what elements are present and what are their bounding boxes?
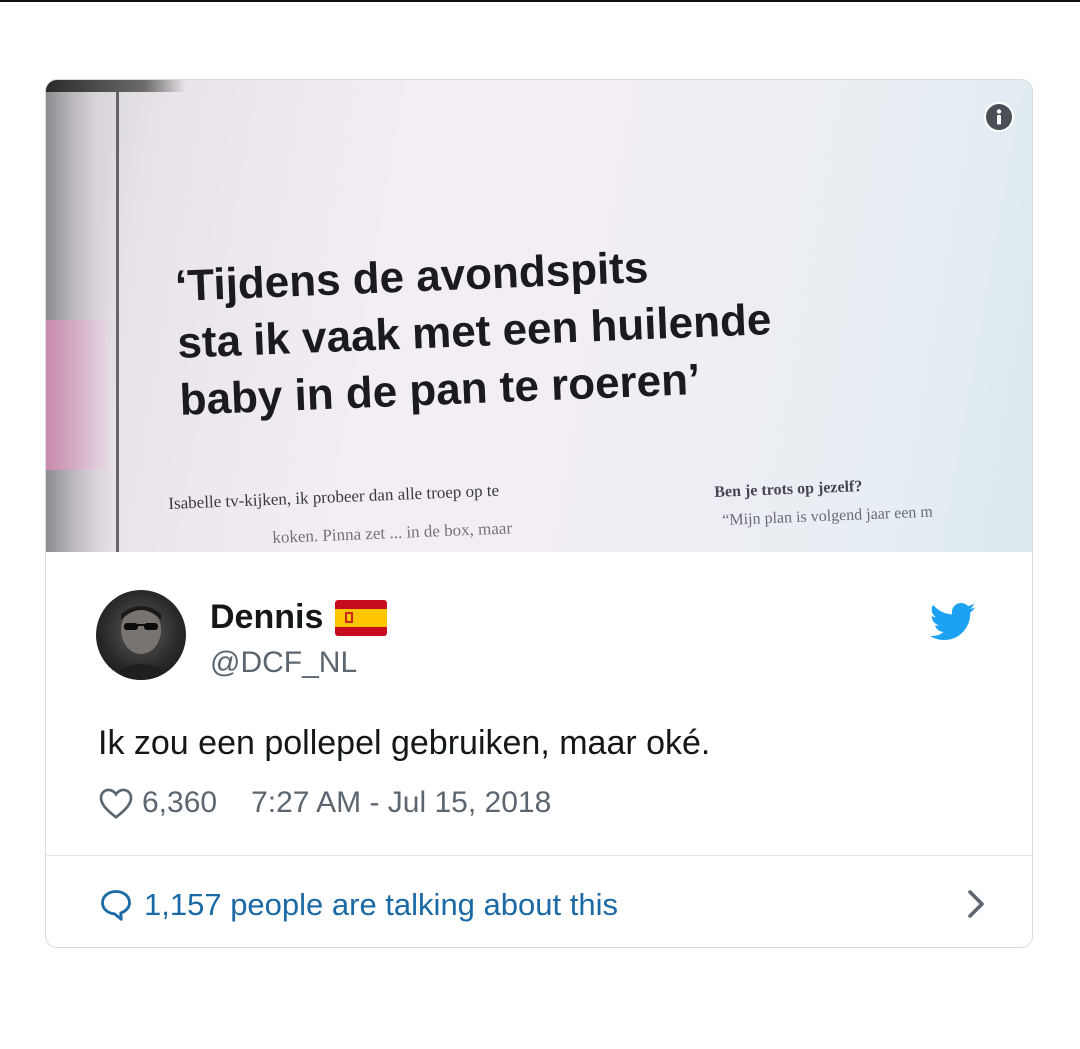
tweet-text: Ik zou een pollepel gebruiken, maar oké. xyxy=(98,724,711,762)
tweet-meta: 6,360 7:27 AM - Jul 15, 2018 xyxy=(98,786,551,820)
magazine-body-text: “Mijn plan is volgend jaar een m xyxy=(722,503,934,529)
magazine-headline: ‘Tijdens de avondspits sta ik vaak met e… xyxy=(174,226,980,429)
author-name[interactable]: Dennis xyxy=(210,598,323,637)
embedded-tweet-card[interactable]: ‘Tijdens de avondspits sta ik vaak met e… xyxy=(45,79,1033,948)
top-border xyxy=(0,0,1080,2)
conversation-count-label[interactable]: 1,157 people are talking about this xyxy=(144,887,618,923)
tweet-photo[interactable]: ‘Tijdens de avondspits sta ik vaak met e… xyxy=(46,80,1032,552)
info-icon[interactable] xyxy=(984,102,1014,132)
magazine-edge-tint xyxy=(46,320,106,470)
magazine-body-text: Isabelle tv-kijken, ik probeer dan alle … xyxy=(168,480,500,513)
heart-icon[interactable] xyxy=(98,786,134,820)
tweet-author: Dennis @DCF_NL xyxy=(96,590,976,680)
magazine-fold-line xyxy=(116,80,119,552)
chevron-right-icon[interactable] xyxy=(964,886,988,922)
speech-bubble-icon xyxy=(101,890,131,921)
magazine-binding xyxy=(46,80,118,552)
magazine-subheading: Ben je trots op jezelf? xyxy=(714,478,863,501)
like-count[interactable]: 6,360 xyxy=(142,786,217,820)
divider xyxy=(46,855,1032,856)
tweet-timestamp[interactable]: 7:27 AM - Jul 15, 2018 xyxy=(251,786,551,820)
spain-flag-icon xyxy=(335,599,388,636)
avatar[interactable] xyxy=(96,590,186,680)
twitter-bird-icon[interactable] xyxy=(930,602,976,642)
magazine-body-text: koken. Pinna zet ... in de box, maar xyxy=(272,518,513,547)
conversation-link[interactable]: 1,157 people are talking about this xyxy=(98,880,988,930)
author-name-row[interactable]: Dennis xyxy=(210,598,388,637)
photo-corner-shadow xyxy=(46,80,186,92)
author-handle[interactable]: @DCF_NL xyxy=(210,646,357,680)
